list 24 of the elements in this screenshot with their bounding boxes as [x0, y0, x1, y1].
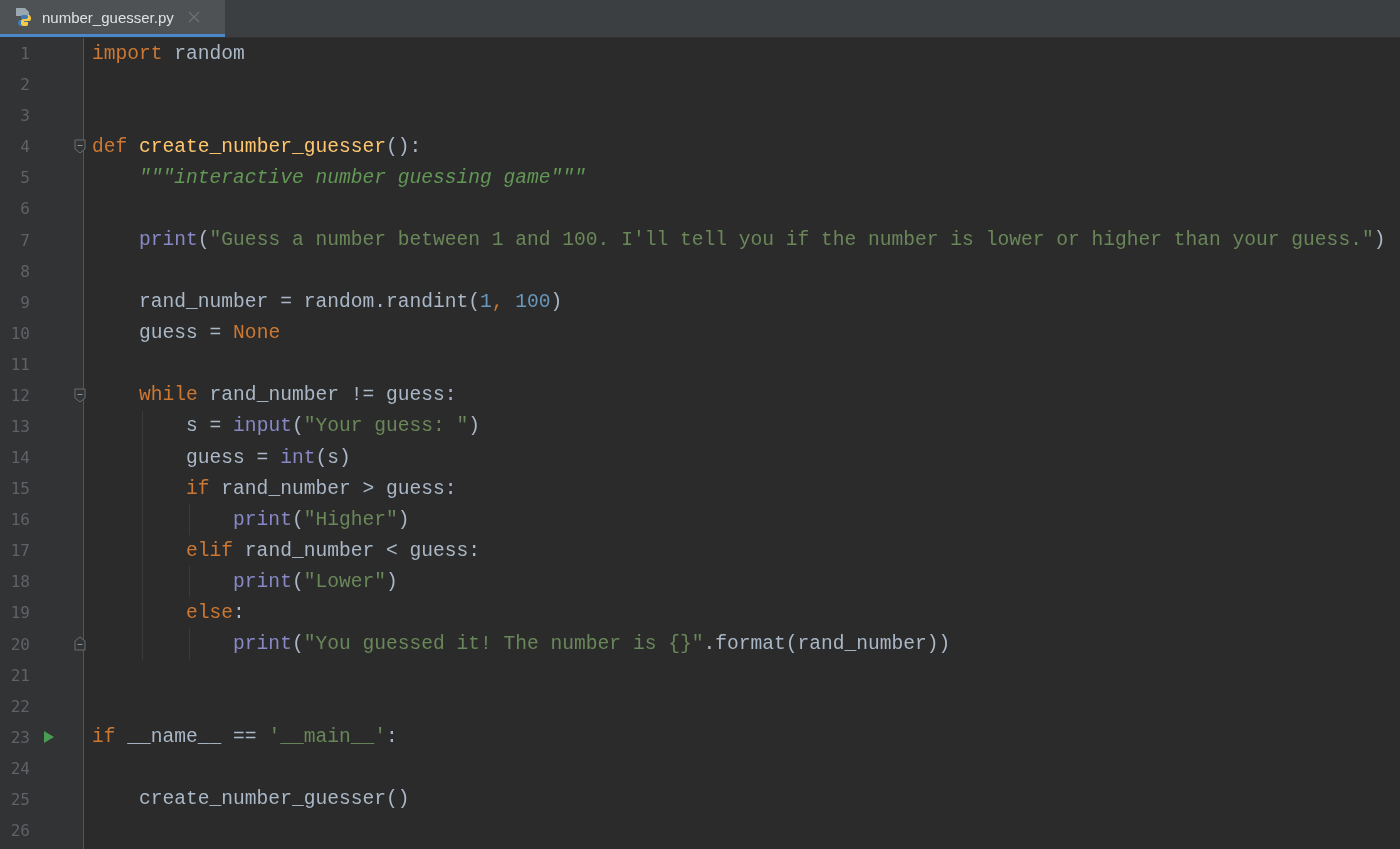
run-icon[interactable]	[44, 730, 54, 743]
code-line: print("Higher")	[232, 508, 410, 531]
code-line: rand_number = random.randint(1, 100)	[138, 291, 563, 314]
code-line: create_number_guesser()	[138, 788, 410, 811]
code-line: import random	[92, 42, 245, 65]
code-line: guess = None	[138, 322, 281, 345]
code-line: print("You guessed it! The number is {}".format(rand_number))	[232, 633, 951, 655]
close-icon[interactable]	[187, 11, 200, 23]
code-line: if rand_number > guess:	[185, 477, 457, 500]
code-line: guess = int(s)	[185, 446, 351, 469]
code-line: elif rand_number < guess:	[185, 539, 481, 562]
code-line: def create_number_guesser():	[92, 135, 422, 158]
code-line: if __name__ == '__main__':	[92, 726, 398, 749]
code-line: s = input("Your guess: ")	[185, 415, 481, 438]
fold-icon[interactable]	[74, 139, 86, 155]
python-file-icon	[14, 7, 34, 27]
code-line: while rand_number != guess:	[138, 384, 457, 407]
file-tab[interactable]: number_guesser.py	[0, 0, 225, 37]
code-line: """interactive number guessing game"""	[138, 166, 586, 189]
code-line: print("Guess a number between 1 and 100. I'll tell you if the number is lower or higher than your guess.")	[138, 229, 1386, 251]
fold-icon[interactable]	[74, 636, 86, 652]
fold-icon[interactable]	[74, 387, 86, 403]
code-line: else:	[185, 601, 245, 624]
code-line: print("Lower")	[232, 570, 398, 593]
